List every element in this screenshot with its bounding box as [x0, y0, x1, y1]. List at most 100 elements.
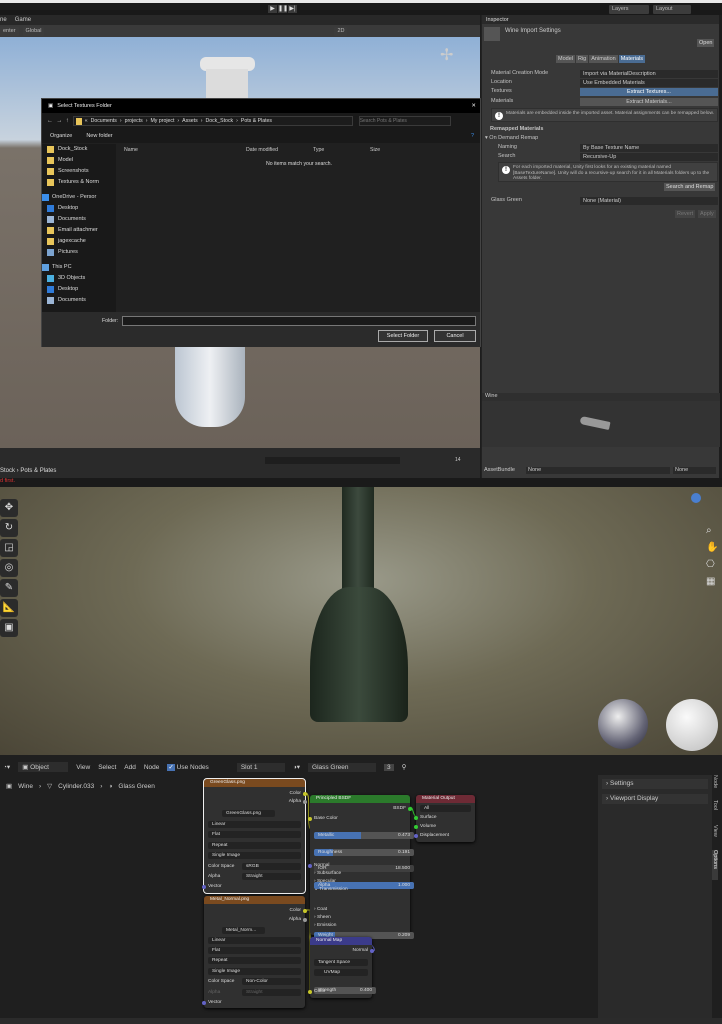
image-texture-node-metal-normal[interactable]: Metal_Normal.png Color Alpha Metal_Norm.… [202, 896, 307, 1008]
blender-3d-viewport[interactable]: ✥ ↻ ◲ ◎ ✎ 📐 ▣ ⌕ ✋ ⎔ ▦ [0, 487, 722, 755]
socket-vector[interactable] [202, 885, 206, 889]
principled-bsdf-node[interactable]: Principled BSDF BSDF Base Color Metallic… [308, 795, 414, 939]
socket-bsdf[interactable] [408, 807, 412, 811]
interpolation-dropdown[interactable]: Linear [208, 937, 301, 944]
nav-item[interactable]: Pictures [42, 247, 116, 258]
tab-model[interactable]: Model [556, 55, 575, 63]
add-cube-tool-icon[interactable]: ▣ [0, 619, 18, 637]
material-output-node[interactable]: Material Output All Surface Volume Displ… [414, 795, 475, 842]
nav-item[interactable]: Documents [42, 214, 116, 225]
tab-materials[interactable]: Materials [618, 55, 646, 63]
navigation-gizmo-icon[interactable] [691, 493, 701, 503]
column-type[interactable]: Type [313, 147, 324, 153]
zoom-icon[interactable]: ⌕ [706, 522, 718, 539]
glass-green-material-field[interactable]: None (Material) [580, 197, 718, 205]
move-tool-icon[interactable]: ✥ [0, 499, 18, 517]
source-dropdown[interactable]: Single Image [208, 852, 301, 859]
help-icon[interactable]: ? [471, 133, 474, 139]
node-title[interactable]: Principled BSDF [310, 795, 410, 803]
extension-dropdown[interactable]: Repeat [208, 842, 301, 849]
node-title[interactable]: Metal_Normal.png [204, 896, 305, 904]
tab-animation[interactable]: Animation [589, 55, 618, 63]
nav-item[interactable]: Desktop [42, 284, 116, 295]
inspector-tab[interactable]: Inspector [486, 17, 509, 23]
revert-button[interactable]: Revert [675, 210, 696, 218]
navigation-pane[interactable]: Dock_Stock Model Screenshots Textures & Nor… [42, 144, 116, 312]
panel-transmission[interactable]: ⌄ Transmission [314, 886, 406, 893]
tab-tool[interactable]: Tool [712, 800, 718, 825]
tab-node[interactable]: Node [712, 775, 718, 800]
on-demand-remap-foldout[interactable]: ▾ On Demand Remap [485, 135, 538, 141]
tab-scene[interactable]: ne [0, 17, 7, 23]
path-segment[interactable]: Dock_Stock [205, 118, 233, 124]
node-title[interactable]: GreenGlass.png [204, 779, 305, 787]
panel-specular[interactable]: › Specular [314, 878, 406, 885]
column-name[interactable]: Name [124, 147, 138, 153]
2d-toggle[interactable]: 2D [334, 26, 348, 36]
forward-icon[interactable]: → [56, 118, 62, 124]
transform-tool-icon[interactable]: ◎ [0, 559, 18, 577]
back-icon[interactable]: ← [47, 118, 53, 124]
measure-tool-icon[interactable]: 📐 [0, 599, 18, 617]
layers-dropdown[interactable]: Layers [609, 5, 649, 14]
folder-input[interactable] [122, 316, 476, 326]
image-selector[interactable]: GreenGlass.png [222, 810, 275, 817]
breadcrumb-item[interactable]: Pots & Plates [20, 468, 56, 474]
nav-item[interactable]: jagexcache [42, 236, 116, 247]
cancel-button[interactable]: Cancel [434, 330, 476, 342]
hand-icon[interactable]: ✋ [706, 539, 718, 556]
select-folder-button[interactable]: Select Folder [378, 330, 428, 342]
shader-editor[interactable]: ◔▾ ▣ Object View Select Add Node ✓ Use N… [0, 755, 722, 1024]
socket-vector[interactable] [202, 1001, 206, 1005]
panel-settings[interactable]: › Settings [602, 779, 708, 789]
socket-alpha[interactable] [303, 918, 307, 922]
tab-rig[interactable]: Rig [575, 55, 589, 63]
extension-dropdown[interactable]: Repeat [208, 957, 301, 964]
panel-viewport-display[interactable]: › Viewport Display [602, 794, 708, 804]
node-title[interactable]: Material Output [416, 795, 475, 803]
new-folder-button[interactable]: New folder [86, 133, 112, 139]
open-button[interactable]: Open [697, 39, 715, 47]
nav-item[interactable]: Screenshots [42, 166, 116, 177]
pivot-dropdown[interactable]: enter [0, 26, 19, 36]
search-input[interactable] [358, 116, 451, 126]
panel-sheen[interactable]: › Sheen [314, 914, 406, 921]
color-space-dropdown[interactable]: Non-Color [242, 978, 301, 985]
nav-item[interactable]: Model [42, 155, 116, 166]
breadcrumb-item[interactable]: Stock [0, 468, 15, 474]
nav-item[interactable]: Email attachmer [42, 225, 116, 236]
nav-item[interactable]: Textures & Norm [42, 177, 116, 188]
nav-item[interactable]: 3D Objects [42, 273, 116, 284]
scale-tool-icon[interactable]: ◲ [0, 539, 18, 557]
socket-normal[interactable] [370, 949, 374, 953]
space-dropdown[interactable]: Global [22, 26, 45, 36]
color-space-dropdown[interactable]: sRGB [242, 863, 301, 870]
path-segment[interactable]: My project [150, 118, 174, 124]
node-title[interactable]: Normal Map [310, 937, 372, 945]
target-dropdown[interactable]: All [420, 805, 471, 812]
search-dropdown[interactable]: Recursive-Up [580, 153, 718, 161]
projection-dropdown[interactable]: Flat [208, 947, 301, 954]
socket-volume[interactable] [414, 825, 418, 829]
tab-game[interactable]: Game [15, 17, 31, 23]
socket-color[interactable] [303, 792, 307, 796]
console-status[interactable]: d first. [0, 478, 722, 487]
extract-textures-button[interactable]: Extract Textures... [580, 88, 718, 96]
annotate-tool-icon[interactable]: ✎ [0, 579, 18, 597]
path-segment[interactable]: Assets [182, 118, 198, 124]
path-segment[interactable]: projects [125, 118, 143, 124]
rotate-tool-icon[interactable]: ↻ [0, 519, 18, 537]
organize-button[interactable]: Organize [50, 133, 72, 139]
column-date[interactable]: Date modified [246, 147, 278, 153]
socket-alpha[interactable] [303, 800, 307, 804]
pause-button[interactable]: ❚❚ [278, 5, 288, 13]
nav-item[interactable]: Dock_Stock [42, 144, 116, 155]
project-search[interactable] [265, 457, 400, 464]
socket-normal[interactable] [308, 864, 312, 868]
socket-base-color[interactable] [308, 817, 312, 821]
assetbundle-variant-dropdown[interactable]: None [673, 467, 716, 474]
slider-metallic[interactable]: Metallic 0.473 [314, 832, 414, 839]
nav-item[interactable]: OneDrive - Persor [42, 192, 116, 203]
material-creation-mode-dropdown[interactable]: Import via MaterialDescription [580, 70, 718, 78]
source-dropdown[interactable]: Single Image [208, 968, 301, 975]
